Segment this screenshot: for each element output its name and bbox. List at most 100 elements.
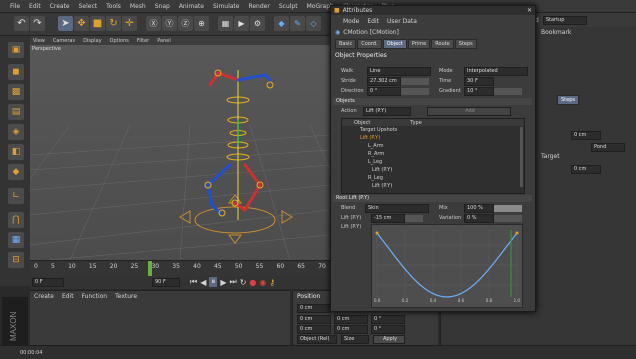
direction-slider[interactable] <box>401 88 429 95</box>
z-axis-icon[interactable]: Ⓩ <box>178 16 193 31</box>
tab-coord[interactable]: Coord. <box>357 39 382 49</box>
rot-b-field[interactable]: 0 ° <box>371 325 405 334</box>
list-item[interactable]: L_Arm <box>360 142 524 150</box>
viewport-menu-options[interactable]: Options <box>110 38 129 44</box>
texture-mode-icon[interactable]: ▩ <box>8 84 24 100</box>
move-icon[interactable]: ✥ <box>74 16 89 31</box>
menu-select[interactable]: Select <box>79 3 98 10</box>
right-pond-field[interactable]: Pond <box>591 143 625 152</box>
variation-slider[interactable] <box>494 215 522 222</box>
render-settings-icon[interactable]: ⚙ <box>250 16 265 31</box>
select-arrow-icon[interactable]: ➤ <box>58 16 73 31</box>
mat-menu-function[interactable]: Function <box>82 293 108 300</box>
mix-slider[interactable] <box>494 205 522 212</box>
right-field-cm2[interactable]: 0 cm <box>571 165 601 174</box>
viewport-menu-cameras[interactable]: Cameras <box>53 38 75 44</box>
lift-section-header[interactable]: Root Lift (P.Y) <box>333 195 532 202</box>
menu-create[interactable]: Create <box>50 3 70 10</box>
objects-section-header[interactable]: Objects <box>333 98 532 105</box>
axis-mode-icon[interactable]: ∟ <box>8 188 24 204</box>
model-mode-icon[interactable]: ◼ <box>8 64 24 80</box>
lift-slider[interactable] <box>405 215 423 222</box>
apply-button[interactable]: Apply <box>373 335 405 344</box>
menu-snap[interactable]: Snap <box>155 3 170 10</box>
redo-icon[interactable]: ↷ <box>30 16 45 31</box>
pos-y-field[interactable]: 0 cm <box>297 315 331 324</box>
time-field[interactable]: 30 F <box>464 77 494 86</box>
scale-icon[interactable]: ■ <box>90 16 105 31</box>
menu-edit[interactable]: Edit <box>29 3 41 10</box>
pos-z-field[interactable]: 0 cm <box>297 325 331 334</box>
crosshair-icon[interactable]: ✛ <box>122 16 137 31</box>
blend-select[interactable]: Skin <box>365 204 429 213</box>
pen-icon[interactable]: ✎ <box>290 16 305 31</box>
perspective-viewport[interactable]: Perspective <box>30 45 330 260</box>
close-icon[interactable]: ✕ <box>527 7 532 14</box>
next-key-icon[interactable]: ▶ <box>220 278 226 287</box>
autokey-icon[interactable]: ◉ <box>259 278 266 287</box>
menu-mesh[interactable]: Mesh <box>130 3 146 10</box>
loop-icon[interactable]: ↻ <box>240 278 247 287</box>
direction-field[interactable]: 0 ° <box>367 87 401 96</box>
list-item[interactable]: Lift (P.Y) <box>360 134 524 142</box>
tab-route[interactable]: Route <box>431 39 454 49</box>
undo-icon[interactable]: ↶ <box>14 16 29 31</box>
record-icon[interactable]: ● <box>249 278 256 287</box>
go-end-icon[interactable]: ⏭ <box>230 277 237 287</box>
list-item[interactable]: Lift (P.Y) <box>360 166 524 174</box>
lock-icon[interactable]: ⊟ <box>8 252 24 268</box>
frame-end-field[interactable]: 90 F <box>152 278 180 287</box>
tab-prime[interactable]: Prime <box>407 39 431 49</box>
coord-size-select[interactable]: Size <box>341 335 369 344</box>
mix-field[interactable]: 100 % <box>464 204 494 213</box>
walk-select[interactable]: Line <box>367 67 431 76</box>
coord-mode-select[interactable]: Object (Rel) <box>297 335 337 344</box>
subdivision-icon[interactable]: ◇ <box>306 16 321 31</box>
timeline-ruler[interactable]: 0 5 10 15 20 25 30 35 40 45 50 55 60 65 … <box>30 260 330 277</box>
cube-icon[interactable]: ◆ <box>274 16 289 31</box>
render-region-icon[interactable]: ▦ <box>218 16 233 31</box>
x-axis-icon[interactable]: Ⓧ <box>146 16 161 31</box>
rotate-icon[interactable]: ↻ <box>106 16 121 31</box>
size-y-field[interactable]: 0 cm <box>334 315 368 324</box>
mat-menu-create[interactable]: Create <box>34 293 54 300</box>
world-icon[interactable]: ⊕ <box>194 16 209 31</box>
points-mode-icon[interactable]: ◈ <box>8 124 24 140</box>
menu-simulate[interactable]: Simulate <box>213 3 240 10</box>
menu-sculpt[interactable]: Sculpt <box>279 3 298 10</box>
tab-steps[interactable]: Steps <box>454 39 477 49</box>
stride-field[interactable]: 27.302 cm <box>367 77 401 86</box>
menu-tools[interactable]: Tools <box>106 3 121 10</box>
viewport-menu-view[interactable]: View <box>33 38 45 44</box>
layout-select[interactable]: Startup <box>542 15 587 25</box>
edges-mode-icon[interactable]: ◧ <box>8 144 24 160</box>
rot-p-field[interactable]: 0 ° <box>371 315 405 324</box>
frame-start-field[interactable]: 0 F <box>32 278 64 287</box>
polygons-mode-icon[interactable]: ◆ <box>8 164 24 180</box>
prev-key-icon[interactable]: ◀ <box>200 278 206 287</box>
list-item[interactable]: R_Arm <box>360 150 524 158</box>
grid-icon[interactable]: ▦ <box>8 232 24 248</box>
add-button[interactable]: Add <box>427 107 511 116</box>
viewport-menu-filter[interactable]: Filter <box>137 38 149 44</box>
go-start-icon[interactable]: ⏮ <box>190 277 197 287</box>
stride-slider[interactable] <box>401 78 429 85</box>
y-axis-icon[interactable]: Ⓨ <box>162 16 177 31</box>
size-z-field[interactable]: 0 cm <box>334 325 368 334</box>
lift-field[interactable]: -15 cm <box>371 214 405 223</box>
tab-steps-right[interactable]: Steps <box>557 95 579 105</box>
variation-field[interactable]: 0 % <box>464 214 494 223</box>
play-icon[interactable]: ⏸ <box>209 277 218 287</box>
playhead[interactable] <box>148 261 152 277</box>
gradient-slider[interactable] <box>494 88 522 95</box>
workplane-icon[interactable]: ▤ <box>8 104 24 120</box>
viewport-menu-panel[interactable]: Panel <box>157 38 171 44</box>
gradient-field[interactable]: 10 ° <box>464 87 494 96</box>
render-view-icon[interactable]: ▶ <box>234 16 249 31</box>
viewport-menu-display[interactable]: Display <box>83 38 101 44</box>
pos-x-field[interactable]: 0 cm <box>297 304 331 313</box>
mat-menu-edit[interactable]: Edit <box>62 293 74 300</box>
list-item[interactable]: Target Upshots <box>360 126 524 134</box>
list-item[interactable]: R_Leg <box>360 174 524 182</box>
attr-menu-edit[interactable]: Edit <box>367 18 379 25</box>
